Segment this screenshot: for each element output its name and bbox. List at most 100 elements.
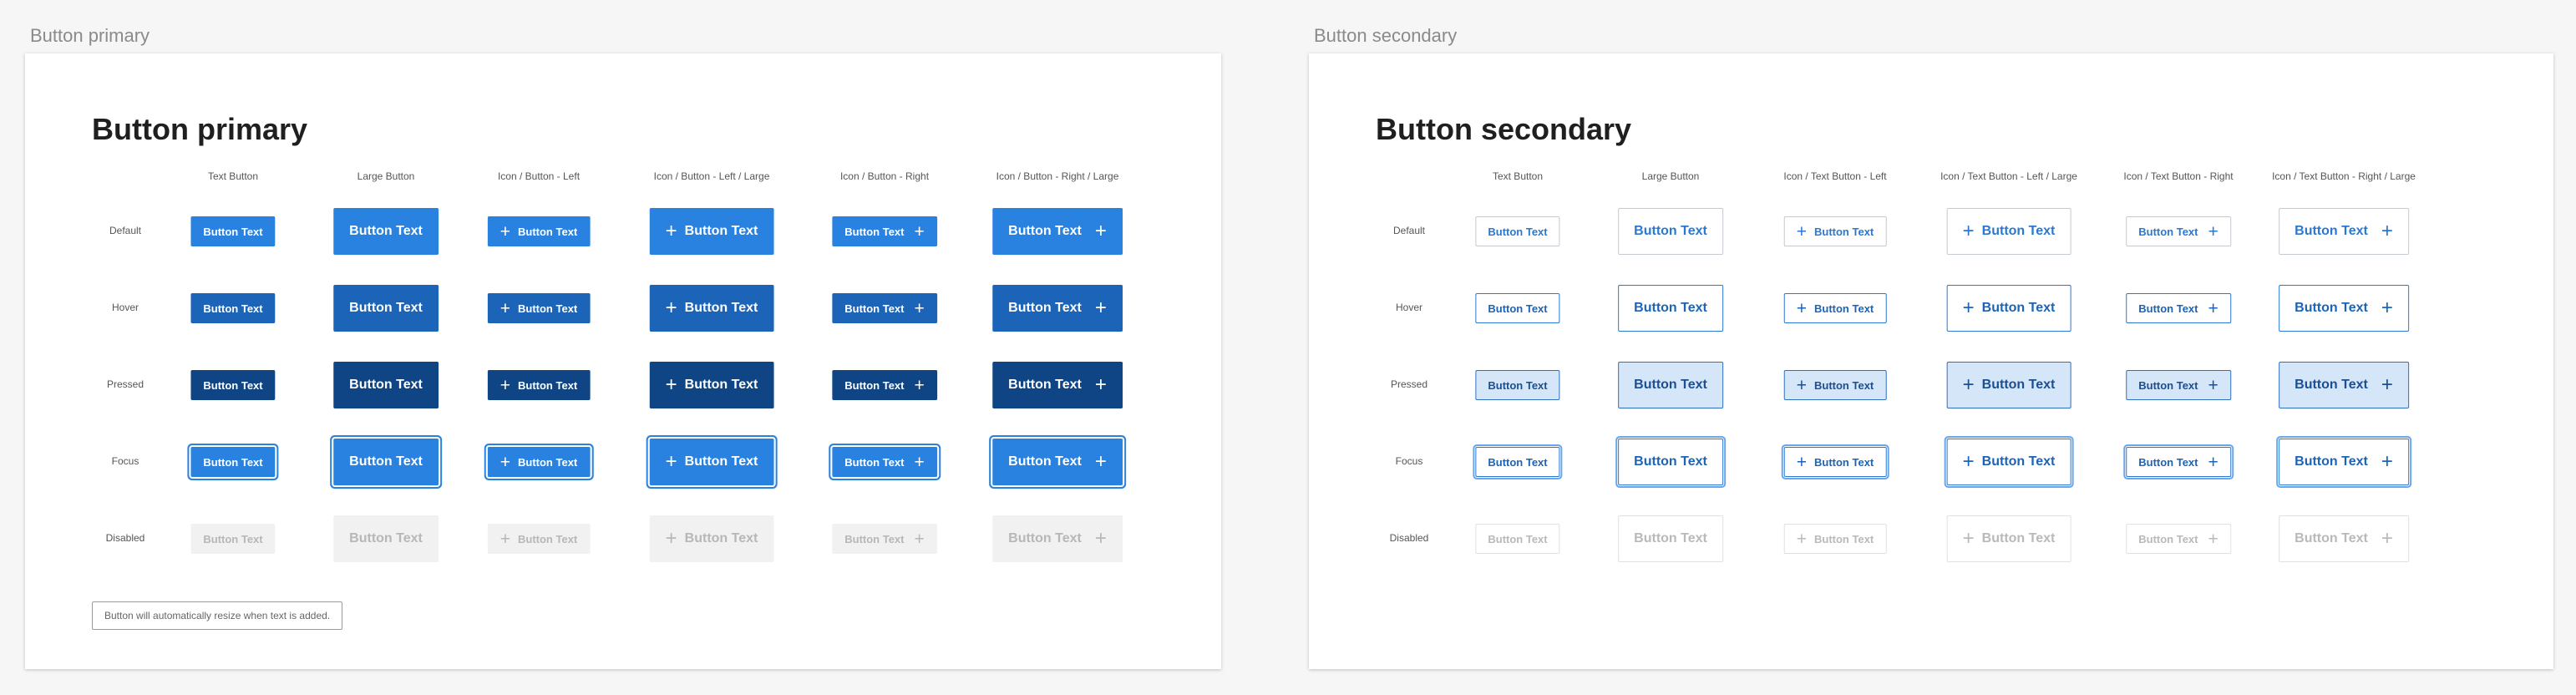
primary-focus-button-1[interactable]: Button Text: [190, 447, 276, 477]
button-label: Button Text: [1981, 378, 2056, 392]
secondary-hover-button-3[interactable]: + Button Text: [1783, 293, 1887, 323]
secondary-default-button-5[interactable]: Button Text +: [2126, 216, 2231, 246]
state-label-default: Default: [1392, 225, 1426, 236]
secondary-hover-button-5[interactable]: Button Text +: [2126, 293, 2231, 323]
primary-default-button-3[interactable]: + Button Text: [487, 216, 591, 246]
button-label: Button Text: [2295, 378, 2368, 392]
button-label: Button Text: [1634, 531, 1707, 545]
primary-default-button-2[interactable]: Button Text: [333, 208, 439, 255]
primary-default-button-5[interactable]: Button Text +: [832, 216, 937, 246]
button-label: Button Text: [518, 225, 578, 238]
plus-icon: +: [914, 298, 925, 318]
column-header: Icon / Text Button - Right / Large: [2272, 170, 2416, 182]
secondary-pressed-button-2[interactable]: Button Text: [1618, 362, 1723, 408]
primary-focus-button-2[interactable]: Button Text: [333, 439, 439, 485]
primary-focus-button-5[interactable]: Button Text +: [832, 447, 937, 477]
button-label: Button Text: [844, 225, 905, 238]
secondary-focus-button-6[interactable]: Button Text +: [2279, 439, 2409, 485]
button-label: Button Text: [684, 531, 758, 545]
button-label: Button Text: [1008, 531, 1082, 545]
button-label: Button Text: [1488, 455, 1548, 469]
artboard-button-primary: Button primary Button will automatically…: [25, 53, 1221, 669]
plus-icon: +: [499, 529, 511, 549]
secondary-disabled-button-2: Button Text: [1618, 515, 1723, 562]
button-label: Button Text: [1488, 302, 1548, 315]
primary-pressed-button-3[interactable]: + Button Text: [487, 370, 591, 400]
secondary-default-button-3[interactable]: + Button Text: [1783, 216, 1887, 246]
secondary-focus-button-5[interactable]: Button Text +: [2126, 447, 2231, 477]
state-label-hover: Hover: [1395, 302, 1422, 313]
button-label: Button Text: [349, 531, 423, 545]
button-label: Button Text: [844, 532, 905, 545]
secondary-pressed-button-5[interactable]: Button Text +: [2126, 370, 2231, 400]
secondary-default-button-6[interactable]: Button Text +: [2279, 208, 2409, 255]
button-label: Button Text: [203, 378, 263, 392]
plus-icon: +: [1796, 375, 1808, 395]
plus-icon: +: [1962, 373, 1975, 396]
secondary-focus-button-2[interactable]: Button Text: [1618, 439, 1723, 485]
column-header: Icon / Button - Right: [839, 170, 930, 182]
primary-disabled-button-2: Button Text: [333, 515, 439, 562]
button-label: Button Text: [2138, 455, 2198, 469]
primary-default-button-1[interactable]: Button Text: [190, 216, 276, 246]
button-label: Button Text: [349, 378, 423, 392]
button-label: Button Text: [203, 532, 263, 545]
button-label: Button Text: [203, 302, 263, 315]
button-label: Button Text: [844, 302, 905, 315]
secondary-default-button-2[interactable]: Button Text: [1618, 208, 1723, 255]
secondary-focus-button-4[interactable]: + Button Text: [1946, 439, 2071, 485]
primary-pressed-button-6[interactable]: Button Text +: [992, 362, 1123, 408]
secondary-pressed-button-4[interactable]: + Button Text: [1946, 362, 2071, 408]
primary-focus-button-3[interactable]: + Button Text: [487, 447, 591, 477]
plus-icon: +: [2208, 529, 2219, 549]
primary-disabled-button-3: + Button Text: [487, 524, 591, 554]
state-label-disabled: Disabled: [105, 532, 145, 544]
primary-pressed-button-1[interactable]: Button Text: [190, 370, 276, 400]
primary-hover-button-4[interactable]: + Button Text: [649, 285, 774, 332]
primary-hover-button-1[interactable]: Button Text: [190, 293, 276, 323]
button-label: Button Text: [1981, 531, 2056, 545]
button-label: Button Text: [518, 532, 578, 545]
plus-icon: +: [1796, 529, 1808, 549]
secondary-default-button-4[interactable]: + Button Text: [1946, 208, 2071, 255]
column-header: Icon / Text Button - Right: [2123, 170, 2234, 182]
primary-hover-button-2[interactable]: Button Text: [333, 285, 439, 332]
primary-default-button-4[interactable]: + Button Text: [649, 208, 774, 255]
plus-icon: +: [2381, 220, 2393, 242]
plus-icon: +: [2381, 373, 2393, 396]
plus-icon: +: [914, 452, 925, 472]
secondary-hover-button-1[interactable]: Button Text: [1475, 293, 1560, 323]
state-label-focus: Focus: [111, 455, 139, 467]
secondary-hover-button-6[interactable]: Button Text +: [2279, 285, 2409, 332]
column-header: Large Button: [1641, 170, 1700, 182]
primary-hover-button-3[interactable]: + Button Text: [487, 293, 591, 323]
primary-focus-button-4[interactable]: + Button Text: [649, 439, 774, 485]
primary-focus-button-6[interactable]: Button Text +: [992, 439, 1123, 485]
plus-icon: +: [1962, 297, 1975, 319]
secondary-focus-button-1[interactable]: Button Text: [1475, 447, 1560, 477]
secondary-focus-button-3[interactable]: + Button Text: [1783, 447, 1887, 477]
primary-hover-button-5[interactable]: Button Text +: [832, 293, 937, 323]
page-title: Button primary: [92, 112, 308, 146]
plus-icon: +: [665, 373, 677, 396]
primary-pressed-button-5[interactable]: Button Text +: [832, 370, 937, 400]
artboard-label-secondary: Button secondary: [1314, 25, 1458, 46]
plus-icon: +: [1796, 221, 1808, 241]
button-label: Button Text: [844, 378, 905, 392]
secondary-default-button-1[interactable]: Button Text: [1475, 216, 1560, 246]
secondary-hover-button-2[interactable]: Button Text: [1618, 285, 1723, 332]
secondary-pressed-button-3[interactable]: + Button Text: [1783, 370, 1887, 400]
plus-icon: +: [2208, 452, 2219, 472]
primary-hover-button-6[interactable]: Button Text +: [992, 285, 1123, 332]
secondary-disabled-button-5: Button Text +: [2126, 524, 2231, 554]
button-label: Button Text: [1488, 378, 1548, 392]
secondary-pressed-button-1[interactable]: Button Text: [1475, 370, 1560, 400]
primary-pressed-button-2[interactable]: Button Text: [333, 362, 439, 408]
plus-icon: +: [499, 452, 511, 472]
state-label-default: Default: [109, 225, 142, 236]
primary-pressed-button-4[interactable]: + Button Text: [649, 362, 774, 408]
secondary-pressed-button-6[interactable]: Button Text +: [2279, 362, 2409, 408]
secondary-hover-button-4[interactable]: + Button Text: [1946, 285, 2071, 332]
primary-default-button-6[interactable]: Button Text +: [992, 208, 1123, 255]
button-label: Button Text: [2138, 225, 2198, 238]
